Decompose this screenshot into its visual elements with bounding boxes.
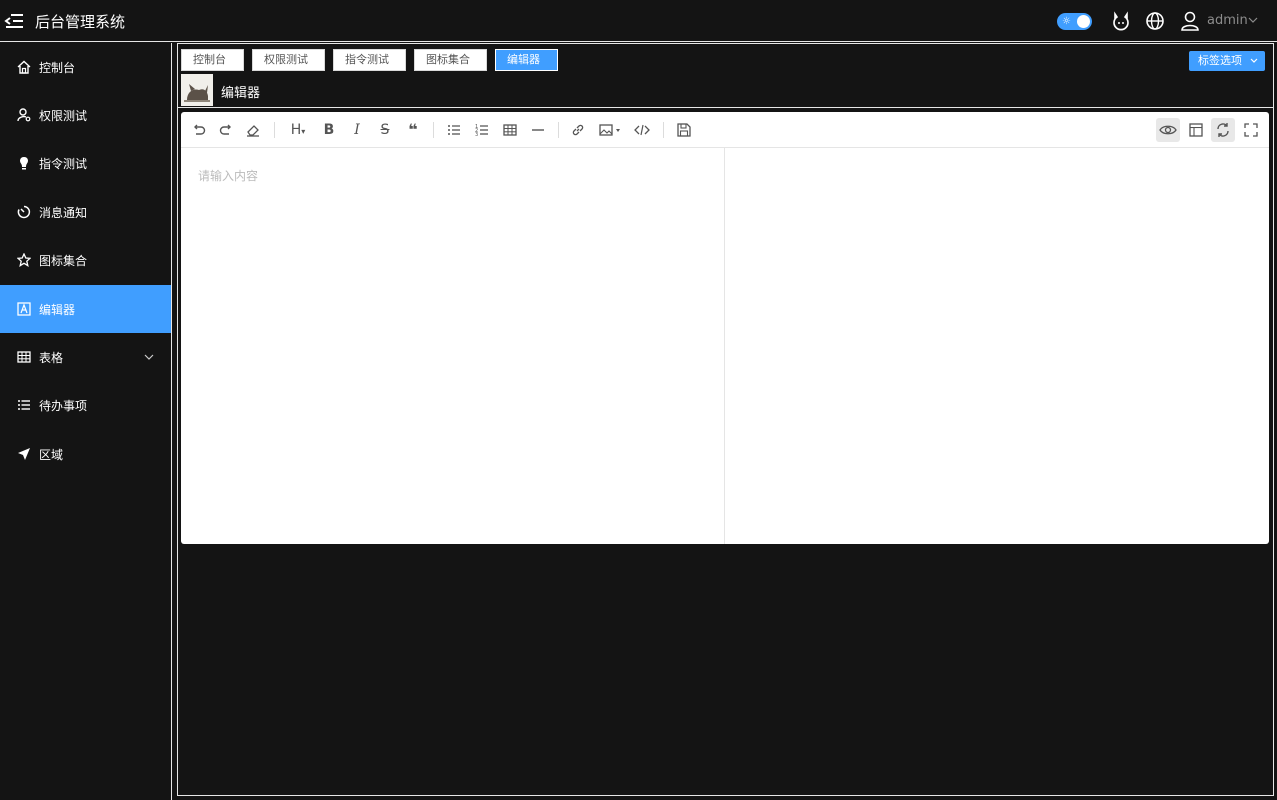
- sidebar-item-notifications[interactable]: 消息通知: [0, 188, 171, 236]
- preview-icon[interactable]: [1156, 118, 1180, 142]
- italic-icon[interactable]: I: [348, 121, 366, 139]
- sun-icon: ☼: [1062, 16, 1071, 27]
- sidebar: 控制台 权限测试 指令测试 消息通知 图标集合 编辑器 表格 待办事项 区域: [0, 43, 172, 800]
- tab-permission[interactable]: 权限测试: [252, 49, 325, 71]
- link-icon[interactable]: [569, 121, 587, 139]
- github-icon[interactable]: [1111, 11, 1131, 31]
- globe-icon[interactable]: [1145, 11, 1165, 31]
- tab-directive[interactable]: 指令测试: [333, 49, 406, 71]
- menu-fold-icon[interactable]: [4, 11, 24, 31]
- sidebar-item-label: 表格: [39, 351, 64, 365]
- editor-preview-pane: [726, 148, 1269, 544]
- sidebar-item-label: 图标集合: [39, 254, 88, 268]
- toolbar-separator: [663, 122, 664, 138]
- eraser-icon[interactable]: [244, 121, 262, 139]
- page-thumbnail: [181, 74, 213, 106]
- tag-options-dropdown[interactable]: 标签选项: [1189, 51, 1265, 71]
- layout-icon[interactable]: [1187, 121, 1205, 139]
- horizontal-rule-icon[interactable]: [529, 121, 547, 139]
- toolbar-separator: [274, 122, 275, 138]
- sidebar-item-label: 权限测试: [39, 109, 88, 123]
- sidebar-item-label: 待办事项: [39, 399, 88, 413]
- fullscreen-icon[interactable]: [1242, 121, 1260, 139]
- theme-toggle[interactable]: ☼: [1057, 13, 1092, 30]
- editor-toolbar: H▾ B I S ❝ 123: [181, 112, 1269, 148]
- sidebar-item-label: 区域: [39, 448, 64, 462]
- sidebar-item-todo[interactable]: 待办事项: [0, 381, 171, 429]
- sidebar-item-label: 编辑器: [39, 303, 76, 317]
- toolbar-separator: [433, 122, 434, 138]
- heading-icon[interactable]: H▾: [286, 121, 310, 139]
- unordered-list-icon[interactable]: [445, 121, 463, 139]
- tab-editor[interactable]: 编辑器: [495, 49, 558, 71]
- chevron-down-icon: [1250, 58, 1258, 63]
- home-icon: [17, 60, 31, 74]
- editor-icon: [17, 302, 31, 316]
- tab-dashboard[interactable]: 控制台: [181, 49, 244, 71]
- redo-icon[interactable]: [217, 121, 235, 139]
- user-key-icon: [17, 108, 31, 122]
- save-icon[interactable]: [675, 121, 693, 139]
- toggle-knob: [1077, 15, 1090, 28]
- chevron-down-icon[interactable]: [1248, 15, 1258, 25]
- toolbar-separator: [558, 122, 559, 138]
- ordered-list-icon[interactable]: 123: [473, 121, 491, 139]
- sidebar-item-label: 控制台: [39, 61, 76, 75]
- table-icon[interactable]: [501, 121, 519, 139]
- grid-icon: [17, 351, 31, 363]
- editor-input-pane[interactable]: 请输入内容: [181, 148, 725, 544]
- page-title: 编辑器: [221, 86, 261, 101]
- undo-icon[interactable]: [190, 121, 208, 139]
- tag-options-label: 标签选项: [1198, 54, 1242, 67]
- sidebar-item-icons[interactable]: 图标集合: [0, 236, 171, 284]
- timer-icon: [17, 205, 31, 219]
- markdown-editor: H▾ B I S ❝ 123 请输入内容: [181, 112, 1269, 544]
- app-title: 后台管理系统: [35, 13, 126, 31]
- lightbulb-icon: [20, 157, 28, 170]
- top-bar: 后台管理系统 ☼ admin: [0, 0, 1277, 42]
- user-icon[interactable]: [1180, 11, 1200, 31]
- divider: [178, 107, 1273, 108]
- send-icon: [18, 448, 30, 460]
- quote-icon[interactable]: ❝: [404, 121, 422, 139]
- sidebar-item-region[interactable]: 区域: [0, 430, 171, 478]
- tab-icons[interactable]: 图标集合: [414, 49, 487, 71]
- sync-scroll-icon[interactable]: [1211, 118, 1235, 142]
- sidebar-item-label: 消息通知: [39, 206, 88, 220]
- sidebar-item-table[interactable]: 表格: [0, 333, 171, 381]
- sidebar-item-label: 指令测试: [39, 157, 88, 171]
- main-content: 控制台 权限测试 指令测试 图标集合 编辑器 标签选项 编辑器 H▾ B I S…: [177, 43, 1274, 796]
- list-icon: [18, 400, 30, 410]
- editor-placeholder: 请输入内容: [198, 169, 259, 183]
- sidebar-item-permission[interactable]: 权限测试: [0, 91, 171, 139]
- svg-text:3: 3: [475, 132, 478, 138]
- sidebar-item-directive[interactable]: 指令测试: [0, 139, 171, 187]
- star-icon: [17, 253, 31, 267]
- strikethrough-icon[interactable]: S: [376, 121, 394, 139]
- chevron-down-icon: [144, 354, 154, 360]
- animal-image: [181, 74, 213, 106]
- username[interactable]: admin: [1207, 13, 1248, 28]
- image-icon[interactable]: [597, 121, 623, 139]
- sidebar-item-dashboard[interactable]: 控制台: [0, 43, 171, 91]
- bold-icon[interactable]: B: [320, 121, 338, 139]
- sidebar-item-editor[interactable]: 编辑器: [0, 285, 171, 333]
- code-icon[interactable]: [633, 121, 651, 139]
